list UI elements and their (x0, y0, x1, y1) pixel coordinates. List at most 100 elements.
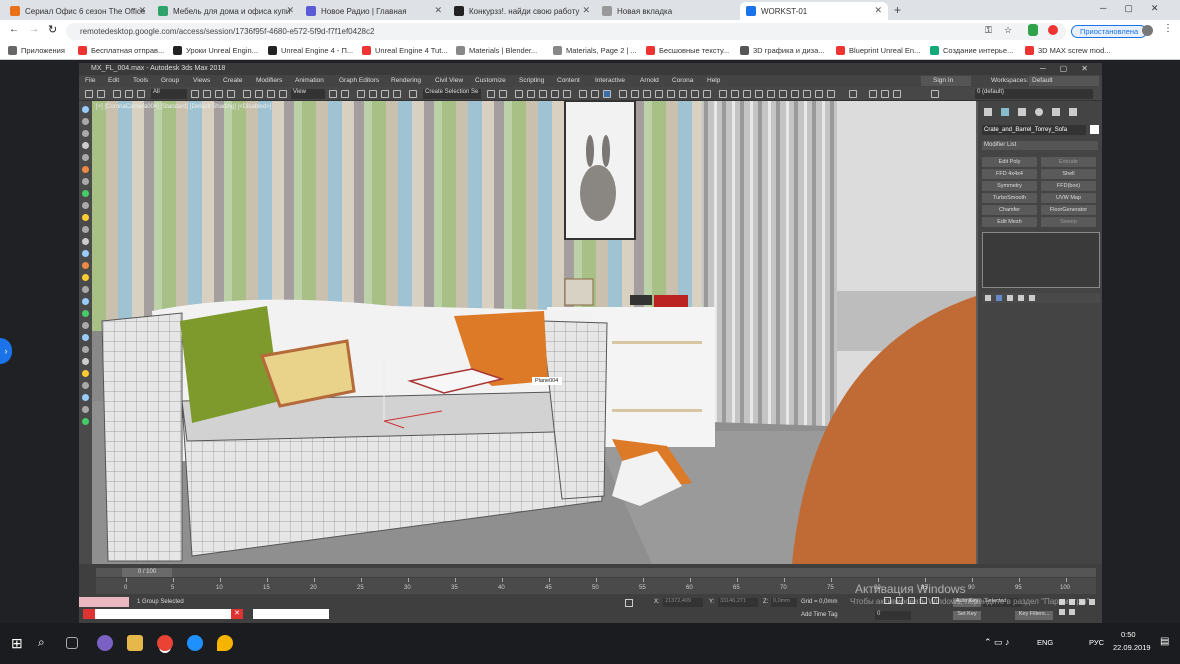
rotate-icon[interactable] (255, 90, 263, 98)
corona-light-icon[interactable] (655, 90, 663, 98)
modifier-button[interactable]: Chamfer (982, 205, 1037, 215)
angle-snap-icon[interactable] (369, 90, 377, 98)
tool-icon[interactable] (82, 106, 89, 113)
bookmark[interactable]: 3D графика и диза... (740, 46, 825, 55)
edge-icon[interactable] (187, 635, 203, 651)
toolbar-extra-icon[interactable] (791, 90, 799, 98)
tool-icon[interactable] (82, 358, 89, 365)
url-input[interactable]: remotedesktop.google.com/access/session/… (66, 23, 1066, 40)
object-name-field[interactable]: Crate_and_Barrel_Torrey_Sofa (982, 125, 1086, 135)
pin-stack-icon[interactable] (985, 295, 991, 301)
avatar[interactable] (1142, 25, 1153, 36)
menu-file[interactable]: File (85, 75, 95, 87)
reference-coordinate-select[interactable]: View (291, 89, 325, 99)
menu-help[interactable]: Help (707, 75, 720, 87)
close-icon[interactable]: ✕ (231, 609, 243, 619)
snap-icon[interactable] (357, 90, 365, 98)
tool-icon[interactable] (82, 178, 89, 185)
perspective-viewport[interactable]: Plane004 (92, 101, 976, 564)
render-icon[interactable] (603, 90, 611, 98)
tool-icon[interactable] (82, 118, 89, 125)
bookmark[interactable]: Materials, Page 2 | ... (553, 46, 637, 55)
tool-icon[interactable] (82, 298, 89, 305)
bookmark[interactable]: Бесплатная отправ... (78, 46, 164, 55)
scale-icon[interactable] (267, 90, 275, 98)
menu-scripting[interactable]: Scripting (519, 75, 544, 87)
extension-icon[interactable] (1048, 25, 1058, 35)
tab-jobs[interactable]: Конкурзз!. найди свою работу ✕ (448, 2, 596, 20)
tool-icon[interactable] (82, 418, 89, 425)
menu-graph-editors[interactable]: Graph Editors (339, 75, 379, 87)
file-explorer-icon[interactable] (127, 635, 143, 651)
viber-icon[interactable] (97, 635, 113, 651)
tab-furniture[interactable]: Мебель для дома и офиса купи ✕ (152, 2, 300, 20)
back-icon[interactable]: ← (9, 24, 19, 35)
modifier-button[interactable]: Edit Mesh (982, 217, 1037, 227)
menu-arnold[interactable]: Arnold (640, 75, 659, 87)
render-frame-icon[interactable] (591, 90, 599, 98)
menu-views[interactable]: Views (193, 75, 210, 87)
toolbar-extra-icon[interactable] (719, 90, 727, 98)
close-icon[interactable]: ✕ (138, 5, 146, 16)
toolbar-extra-icon[interactable] (743, 90, 751, 98)
tool-icon[interactable] (82, 202, 89, 209)
menu-content[interactable]: Content (557, 75, 580, 87)
modifier-list-select[interactable]: Modifier List (982, 141, 1098, 150)
shield-icon[interactable] (1028, 24, 1038, 36)
modifier-button[interactable]: Symmetry (982, 181, 1037, 191)
window-controls[interactable]: ─▢✕ (1100, 3, 1176, 14)
toolbar-extra-icon[interactable] (849, 90, 857, 98)
selection-set-select[interactable]: Create Selection Se (423, 89, 481, 99)
start-icon[interactable]: ⊞ (11, 635, 27, 651)
modify-tab-icon[interactable] (1001, 108, 1009, 116)
corona-scatter-icon[interactable] (691, 90, 699, 98)
clock-time[interactable]: 0:50 (1121, 630, 1136, 639)
menu-customize[interactable]: Customize (475, 75, 506, 87)
select-by-name-icon[interactable] (203, 90, 211, 98)
corona-camera-icon[interactable] (667, 90, 675, 98)
search-icon[interactable]: ⌕ (38, 635, 54, 651)
tool-icon[interactable] (82, 226, 89, 233)
script-input[interactable] (253, 609, 329, 619)
create-tab-icon[interactable] (984, 108, 992, 116)
redo-icon[interactable] (97, 90, 105, 98)
workspace-select[interactable]: Default (1029, 76, 1099, 86)
key-icon[interactable]: ⚿ (985, 25, 992, 36)
orbit-icon[interactable] (1069, 609, 1075, 615)
time-slider-thumb[interactable]: 0 / 100 (122, 568, 172, 577)
corona-proxy-icon[interactable] (679, 90, 687, 98)
bookmark[interactable]: Создание интерье... (930, 46, 1013, 55)
percent-snap-icon[interactable] (381, 90, 389, 98)
align-icon[interactable] (499, 90, 507, 98)
schematic-view-icon[interactable] (551, 90, 559, 98)
close-icon[interactable]: ✕ (874, 5, 882, 16)
toggle-ribbon-icon[interactable] (527, 90, 535, 98)
toolbar-extra-icon[interactable] (893, 90, 901, 98)
bookmark[interactable]: 3D MAX screw mod... (1025, 46, 1111, 55)
bookmark[interactable]: Unreal Engine 4 - П... (268, 46, 353, 55)
modifier-button[interactable]: FloorGenerator (1041, 205, 1096, 215)
material-editor-icon[interactable] (563, 90, 571, 98)
x-coordinate-field[interactable]: 21372,409 (663, 598, 703, 607)
profile-status[interactable]: Приостановлена (1071, 25, 1148, 38)
add-time-tag[interactable]: Add Time Tag (801, 612, 838, 618)
z-coordinate-field[interactable]: 0,0mm (771, 598, 797, 607)
toolbar-extra-icon[interactable] (779, 90, 787, 98)
tool-icon[interactable] (82, 238, 89, 245)
unlink-icon[interactable] (125, 90, 133, 98)
tool-icon[interactable] (82, 382, 89, 389)
clock-date[interactable]: 22.09.2019 (1113, 643, 1151, 652)
menu-interactive[interactable]: Interactive (595, 75, 625, 87)
toolbar-extra-icon[interactable] (827, 90, 835, 98)
menu-rendering[interactable]: Rendering (391, 75, 421, 87)
remove-modifier-icon[interactable] (1018, 295, 1024, 301)
toolbar-extra-icon[interactable] (767, 90, 775, 98)
menu-icon[interactable]: ⋮ (1163, 23, 1173, 34)
hierarchy-tab-icon[interactable] (1018, 108, 1026, 116)
bind-icon[interactable] (137, 90, 145, 98)
undo-icon[interactable] (85, 90, 93, 98)
tab-new[interactable]: Новая вкладка (596, 2, 738, 20)
set-key-button[interactable]: Set Key (953, 611, 981, 620)
close-icon[interactable]: ✕ (286, 5, 294, 16)
chrome-icon[interactable] (157, 635, 173, 651)
